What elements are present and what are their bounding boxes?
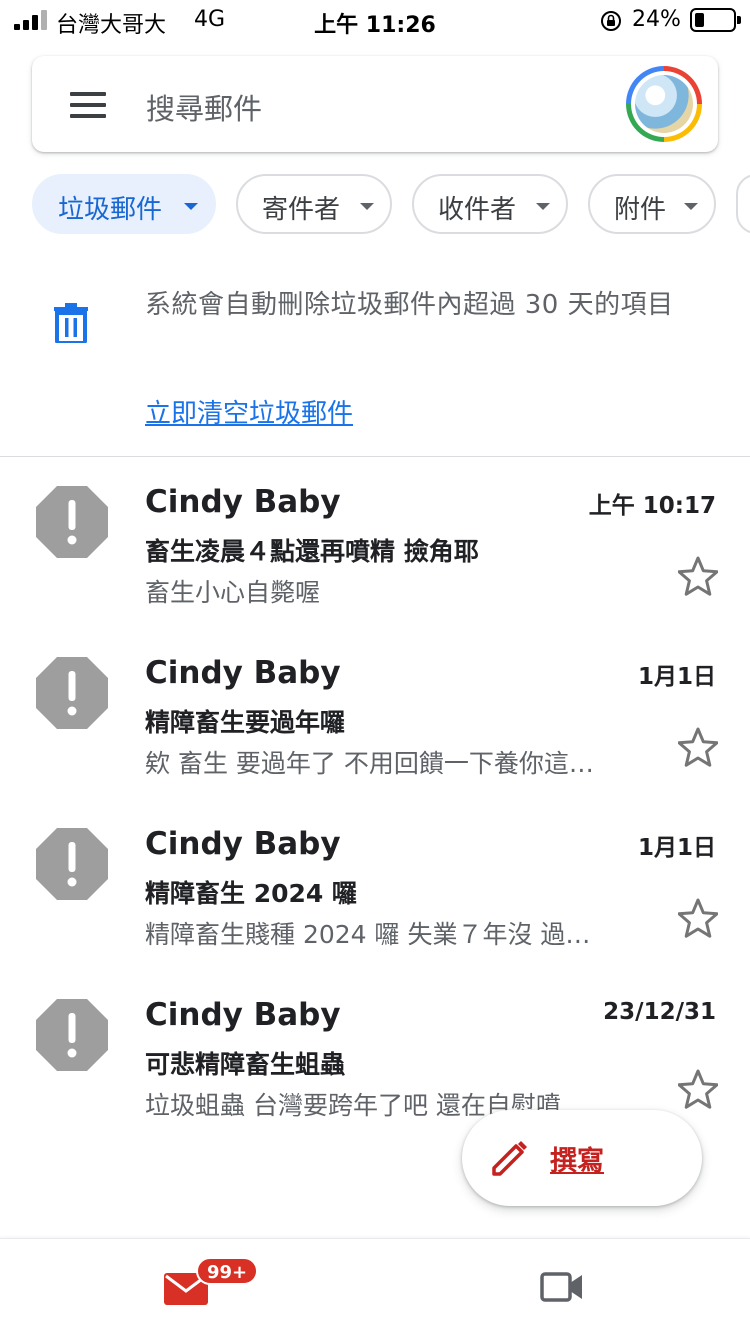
search-bar[interactable]: 搜尋郵件	[32, 56, 718, 152]
chip-label: 附件	[614, 195, 667, 225]
spam-warning-icon	[36, 828, 108, 900]
spam-warning-icon	[36, 486, 108, 558]
star-icon[interactable]	[678, 727, 718, 767]
chip-recipient[interactable]: 收件者	[412, 174, 568, 234]
chevron-down-icon	[360, 203, 374, 210]
bottom-navigation: 99+	[0, 1238, 750, 1334]
spam-warning-icon	[36, 999, 108, 1071]
chip-label: 收件者	[438, 195, 517, 225]
chip-label: 垃圾郵件	[58, 195, 163, 225]
video-camera-icon[interactable]	[540, 1269, 584, 1305]
divider	[0, 456, 750, 457]
email-date: 上午 10:17	[588, 493, 716, 519]
email-row[interactable]: Cindy Baby 1月1日 精障畜生要過年囉 欸 畜生 要過年了 不用回饋一…	[0, 643, 750, 814]
email-sender: Cindy Baby	[145, 826, 341, 862]
compose-button[interactable]: 撰寫	[462, 1110, 702, 1206]
chip-label: 寄件者	[262, 195, 341, 225]
chip-attachment[interactable]: 附件	[588, 174, 716, 234]
chevron-down-icon	[184, 203, 198, 210]
empty-spam-link[interactable]: 立即清空垃圾郵件	[145, 393, 353, 430]
chevron-down-icon	[684, 203, 698, 210]
rotation-lock-icon	[601, 11, 621, 31]
email-date: 23/12/31	[603, 999, 716, 1025]
email-snippet: 精障畜生賤種 2024 囉 失業７年沒 過…	[145, 920, 591, 949]
email-date: 1月1日	[637, 664, 716, 690]
chip-sender[interactable]: 寄件者	[236, 174, 392, 234]
email-sender: Cindy Baby	[145, 484, 341, 520]
email-row[interactable]: Cindy Baby 上午 10:17 畜生凌晨４點還再噴精 撿角耶 畜生小心自…	[0, 472, 750, 643]
battery-percentage: 24%	[632, 7, 681, 32]
account-avatar[interactable]	[626, 66, 702, 142]
email-snippet: 欸 畜生 要過年了 不用回饋一下養你這…	[145, 749, 594, 778]
star-icon[interactable]	[678, 898, 718, 938]
email-sender: Cindy Baby	[145, 997, 341, 1033]
email-subject: 精障畜生要過年囉	[145, 708, 346, 737]
compose-label: 撰寫	[550, 1146, 604, 1177]
trash-icon	[54, 303, 88, 343]
status-bar: 台灣大哥大 4G 上午 11:26 24%	[0, 0, 750, 44]
spam-warning-icon	[36, 657, 108, 729]
unread-count-badge: 99+	[196, 1257, 259, 1285]
email-sender: Cindy Baby	[145, 655, 341, 691]
email-subject: 可悲精障畜生蛆蟲	[145, 1050, 346, 1079]
email-row[interactable]: Cindy Baby 1月1日 精障畜生 2024 囉 精障畜生賤種 2024 …	[0, 814, 750, 985]
email-date: 1月1日	[637, 835, 716, 861]
chip-spam[interactable]: 垃圾郵件	[32, 174, 216, 234]
email-subject: 精障畜生 2024 囉	[145, 879, 357, 908]
star-icon[interactable]	[678, 556, 718, 596]
chevron-down-icon	[536, 203, 550, 210]
hamburger-menu-icon[interactable]	[70, 92, 106, 118]
email-snippet: 畜生小心自斃喔	[145, 578, 321, 607]
search-input[interactable]: 搜尋郵件	[146, 86, 262, 128]
chip-more[interactable]	[736, 174, 750, 234]
email-subject: 畜生凌晨４點還再噴精 撿角耶	[145, 537, 479, 566]
pencil-icon	[492, 1141, 527, 1176]
star-icon[interactable]	[678, 1069, 718, 1109]
battery-icon	[690, 8, 741, 32]
spam-retention-notice: 系統會自動刪除垃圾郵件內超過 30 天的項目	[145, 290, 674, 320]
